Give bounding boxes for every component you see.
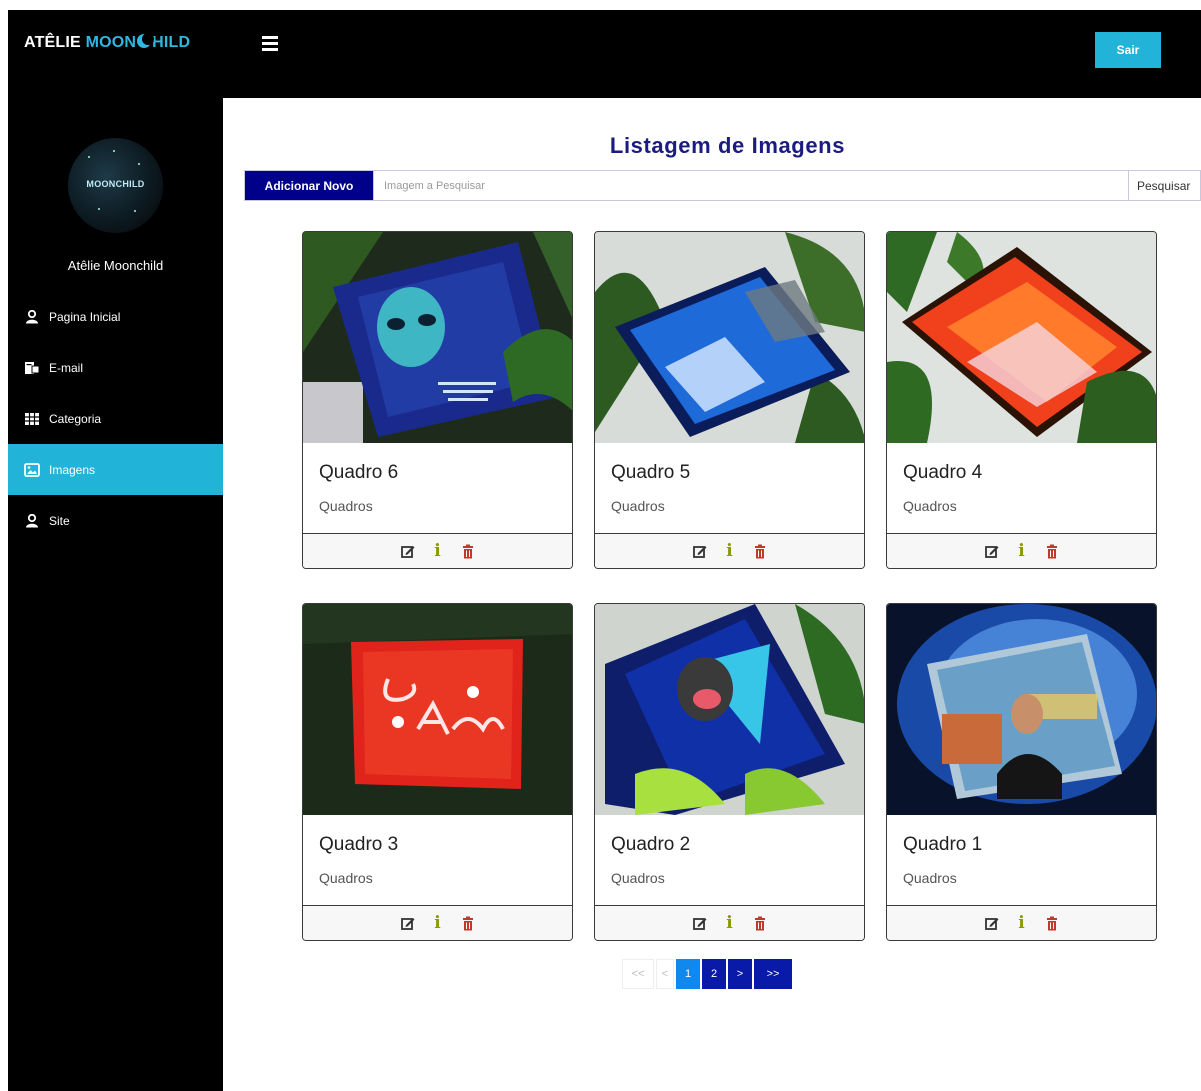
trash-icon[interactable] [459,914,477,932]
hamburger-menu-icon[interactable] [262,36,278,52]
trash-icon[interactable] [459,542,477,560]
sidebar-item-pagina-inicial[interactable]: Pagina Inicial [8,291,223,342]
card-title: Quadro 4 [903,462,983,483]
page-prev[interactable]: < [656,959,674,989]
trash-icon[interactable] [751,542,769,560]
image-icon [24,462,40,477]
avatar: MOONCHILD [68,138,163,233]
trash-icon[interactable] [1043,914,1061,932]
edit-icon[interactable] [983,914,1001,932]
card-title: Quadro 2 [611,834,691,855]
brand-logo[interactable]: ATÊLIE MOON HILD [24,33,191,52]
image-card: Quadro 4 Quadros i [886,231,1157,569]
card-category: Quadros [611,498,665,514]
image-card: Quadro 6 Quadros i [302,231,573,569]
card-category: Quadros [319,870,373,886]
card-actions: i [595,533,864,568]
page-title: Listagem de Imagens [609,133,846,158]
email-icon [24,361,40,375]
card-actions: i [303,905,572,940]
info-icon[interactable]: i [429,541,447,561]
page-last[interactable]: >> [754,959,792,989]
card-image[interactable] [887,604,1156,815]
info-icon[interactable]: i [1013,913,1031,933]
sidebar-item-label: Categoria [49,411,102,426]
brand-part1: ATÊLIE [24,34,86,51]
card-actions: i [887,905,1156,940]
logout-button[interactable]: Sair [1095,32,1161,68]
image-card: Quadro 1 Quadros i [886,603,1157,941]
brand-part2: MOON [85,34,137,51]
top-navbar: ATÊLIE MOON HILD Sair [8,10,1201,98]
sidebar-item-label: Imagens [49,462,96,477]
card-category: Quadros [903,498,957,514]
edit-icon[interactable] [399,914,417,932]
user-icon [24,513,40,528]
info-icon[interactable]: i [429,913,447,933]
info-icon[interactable]: i [721,541,739,561]
sidebar-item-label: Pagina Inicial [49,309,121,324]
avatar-text: MOONCHILD [86,179,145,189]
page-1[interactable]: 1 [676,959,700,989]
card-image[interactable] [303,232,572,443]
pagination: << < 1 2 > >> [622,959,794,989]
sidebar-user-name: Atêlie Moonchild [67,258,164,273]
card-image[interactable] [595,604,864,815]
card-image[interactable] [595,232,864,443]
card-category: Quadros [903,870,957,886]
card-image[interactable] [303,604,572,815]
brand-part3: HILD [152,34,191,51]
user-icon [24,309,40,324]
table-icon [24,412,40,426]
search-bar: Adicionar Novo Pesquisar [244,170,1201,201]
page-next[interactable]: > [728,959,752,989]
card-title: Quadro 1 [903,834,983,855]
info-icon[interactable]: i [721,913,739,933]
edit-icon[interactable] [399,542,417,560]
card-title: Quadro 3 [319,834,399,855]
sidebar-item-site[interactable]: Site [8,495,223,546]
image-card: Quadro 5 Quadros i [594,231,865,569]
edit-icon[interactable] [691,542,709,560]
page-2[interactable]: 2 [702,959,726,989]
image-card: Quadro 3 Quadros i [302,603,573,941]
add-new-button[interactable]: Adicionar Novo [245,171,373,200]
edit-icon[interactable] [983,542,1001,560]
card-category: Quadros [319,498,373,514]
sidebar-item-categoria[interactable]: Categoria [8,393,223,444]
search-input[interactable] [373,171,1128,200]
card-actions: i [595,905,864,940]
image-card: Quadro 2 Quadros i [594,603,865,941]
trash-icon[interactable] [1043,542,1061,560]
edit-icon[interactable] [691,914,709,932]
sidebar: MOONCHILD Atêlie Moonchild Pagina Inicia… [8,98,223,1091]
sidebar-menu: Pagina Inicial E-mail Categoria Imagens … [8,291,223,546]
card-category: Quadros [611,870,665,886]
trash-icon[interactable] [751,914,769,932]
sidebar-item-label: E-mail [49,360,84,375]
sidebar-item-label: Site [49,513,70,528]
card-title: Quadro 6 [319,462,399,483]
card-title: Quadro 5 [611,462,691,483]
page-first[interactable]: << [622,959,654,989]
moon-icon [137,33,155,48]
card-actions: i [303,533,572,568]
card-image[interactable] [887,232,1156,443]
search-button[interactable]: Pesquisar [1128,171,1200,200]
info-icon[interactable]: i [1013,541,1031,561]
sidebar-item-email[interactable]: E-mail [8,342,223,393]
sidebar-item-imagens[interactable]: Imagens [8,444,223,495]
card-actions: i [887,533,1156,568]
